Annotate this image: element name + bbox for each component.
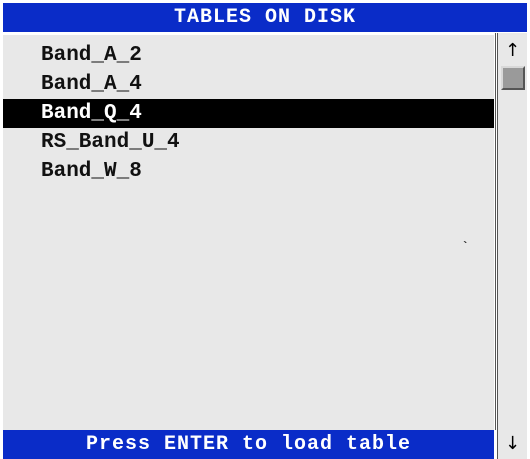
list-item-band-a-4[interactable]: Band_A_4: [3, 70, 494, 99]
arrow-up-icon[interactable]: ↑: [498, 39, 527, 63]
footer-hint: Press ENTER to load table: [3, 430, 494, 459]
list-divider: [495, 33, 496, 430]
scrollbar-thumb[interactable]: [501, 66, 525, 90]
list-item-band-a-2[interactable]: Band_A_2: [3, 41, 494, 70]
dialog-title: TABLES ON DISK: [3, 3, 527, 32]
list-item-rs-band-u-4[interactable]: RS_Band_U_4: [3, 128, 494, 157]
list-item-band-w-8[interactable]: Band_W_8: [3, 157, 494, 186]
table-list[interactable]: Band_A_2 Band_A_4 Band_Q_4 RS_Band_U_4 B…: [3, 33, 494, 432]
arrow-down-icon[interactable]: ↓: [498, 432, 527, 456]
list-item-band-q-4[interactable]: Band_Q_4: [3, 99, 494, 128]
tables-on-disk-dialog: TABLES ON DISK Band_A_2 Band_A_4 Band_Q_…: [0, 0, 530, 459]
vertical-scrollbar[interactable]: ↑ ↓: [497, 33, 527, 459]
stray-mark: `: [461, 240, 470, 256]
